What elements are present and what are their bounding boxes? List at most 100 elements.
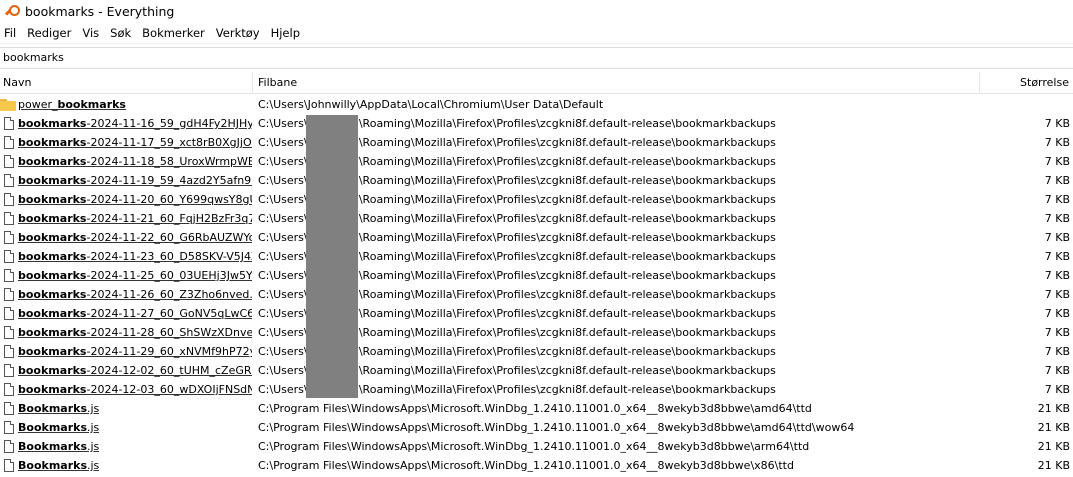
result-row[interactable]: Bookmarks.js C:\Program Files\WindowsApps… [0, 456, 1073, 475]
result-name: bookmarks-2024-11-28_60_ShSWzXDnveS... [18, 326, 252, 339]
result-row[interactable]: bookmarks-2024-11-27_60_GoNV5qLwC6... C:\… [0, 304, 1073, 323]
result-row[interactable]: bookmarks-2024-12-02_60_tUHM_cZeGR... C:\… [0, 361, 1073, 380]
file-icon [4, 117, 14, 130]
result-name-cell[interactable]: bookmarks-2024-11-16_59_gdH4Fy2HJHy... [0, 114, 252, 133]
menu-fil[interactable]: Fil [0, 26, 22, 40]
result-name-suffix: -2024-11-23_60_D58SKV-V5J4Z... [86, 250, 252, 263]
menu-hjelp[interactable]: Hjelp [266, 26, 306, 40]
results-list: power_bookmarks C:\Users\Johnwilly\AppDat… [0, 95, 1073, 477]
result-name-cell[interactable]: Bookmarks.js [0, 456, 252, 475]
result-size: 7 KB [1044, 288, 1070, 301]
menu-verktoy[interactable]: Verktøy [211, 26, 266, 40]
result-size: 7 KB [1044, 231, 1070, 244]
result-name-match: bookmarks [18, 136, 87, 149]
result-name-cell[interactable]: bookmarks-2024-11-20_60_Y699qwsY8gU... [0, 190, 252, 209]
menu-bokmerker[interactable]: Bokmerker [137, 26, 211, 40]
result-name-cell[interactable]: bookmarks-2024-11-21_60_FqjH2BzFr3q7... [0, 209, 252, 228]
result-row[interactable]: bookmarks-2024-11-28_60_ShSWzXDnveS...C:… [0, 323, 1073, 342]
result-name-cell[interactable]: bookmarks-2024-12-03_60_wDXOIjFNSdN... [0, 380, 252, 399]
result-name-cell[interactable]: Bookmarks.js [0, 437, 252, 456]
result-name-match: bookmarks [18, 288, 87, 301]
result-name-match: bookmarks [18, 155, 87, 168]
file-icon [4, 364, 14, 377]
search-input[interactable] [0, 48, 1063, 66]
result-row[interactable]: bookmarks-2024-11-21_60_FqjH2BzFr3q7... C… [0, 209, 1073, 228]
column-divider[interactable] [252, 72, 253, 93]
result-name-cell[interactable]: bookmarks-2024-12-02_60_tUHM_cZeGR... [0, 361, 252, 380]
result-name-match: bookmarks [18, 326, 87, 339]
result-row[interactable]: bookmarks-2024-11-16_59_gdH4Fy2HJHy... C:… [0, 114, 1073, 133]
result-name-cell[interactable]: bookmarks-2024-11-17_59_xct8rB0XgJjOs... [0, 133, 252, 152]
result-row[interactable]: Bookmarks.js C:\Program Files\WindowsApps… [0, 418, 1073, 437]
menu-rediger[interactable]: Rediger [22, 26, 77, 40]
result-name-suffix: -2024-11-28_60_ShSWzXDnveS... [86, 326, 252, 339]
search-bar [0, 47, 1073, 69]
result-name-cell[interactable]: bookmarks-2024-11-29_60_xNVMf9hP72y... [0, 342, 252, 361]
file-icon [4, 212, 14, 225]
file-icon [4, 326, 14, 339]
result-name: bookmarks-2024-11-27_60_GoNV5qLwC6... [18, 307, 252, 320]
result-name-cell[interactable]: Bookmarks.js [0, 399, 252, 418]
result-size: 21 KB [1037, 421, 1070, 434]
result-name-cell[interactable]: bookmarks-2024-11-25_60_03UEHj3Jw5YI... [0, 266, 252, 285]
result-name-match: Bookmarks [18, 459, 87, 472]
result-path: C:\Program Files\WindowsApps\Microsoft.W… [258, 402, 812, 415]
column-header-size[interactable]: Størrelse [1020, 72, 1069, 93]
result-row[interactable]: Bookmarks.js C:\Program Files\WindowsApps… [0, 399, 1073, 418]
result-name-cell[interactable]: Bookmarks.js [0, 418, 252, 437]
result-row[interactable]: bookmarks-2024-11-17_59_xct8rB0XgJjOs...… [0, 133, 1073, 152]
result-row[interactable]: bookmarks-2024-11-25_60_03UEHj3Jw5YI... C… [0, 266, 1073, 285]
result-size: 7 KB [1044, 212, 1070, 225]
file-icon [4, 155, 14, 168]
menu-vis[interactable]: Vis [77, 26, 105, 40]
result-name-suffix: -2024-11-17_59_xct8rB0XgJjOs... [86, 136, 252, 149]
file-icon [4, 269, 14, 282]
file-icon [4, 421, 14, 434]
result-size: 7 KB [1044, 155, 1070, 168]
result-name-suffix: .js [87, 421, 100, 434]
result-name-suffix: -2024-11-25_60_03UEHj3Jw5YI... [86, 269, 252, 282]
result-row[interactable]: bookmarks-2024-11-19_59_4azd2Y5afn9N... C… [0, 171, 1073, 190]
result-row[interactable]: bookmarks-2024-11-20_60_Y699qwsY8gU... C:… [0, 190, 1073, 209]
result-size: 7 KB [1044, 364, 1070, 377]
result-name-match: Bookmarks [18, 402, 87, 415]
result-name-cell[interactable]: power_bookmarks [0, 95, 252, 114]
result-name-cell[interactable]: bookmarks-2024-11-22_60_G6RbAUZWYo... [0, 228, 252, 247]
column-header-name[interactable]: Navn [3, 72, 31, 93]
result-name-match: bookmarks [18, 383, 87, 396]
window-title: bookmarks - Everything [25, 3, 175, 19]
result-name-suffix: -2024-11-26_60_Z3Zho6nved... [86, 288, 252, 301]
result-size: 7 KB [1044, 250, 1070, 263]
result-size: 21 KB [1037, 440, 1070, 453]
result-row[interactable]: bookmarks-2024-12-03_60_wDXOIjFNSdN... C:… [0, 380, 1073, 399]
everything-app-icon [4, 4, 20, 18]
result-name-cell[interactable]: bookmarks-2024-11-27_60_GoNV5qLwC6... [0, 304, 252, 323]
result-row[interactable]: power_bookmarks C:\Users\Johnwilly\AppDat… [0, 95, 1073, 114]
result-name-cell[interactable]: bookmarks-2024-11-23_60_D58SKV-V5J4Z... [0, 247, 252, 266]
result-name-cell[interactable]: bookmarks-2024-11-26_60_Z3Zho6nved... [0, 285, 252, 304]
column-divider[interactable] [979, 72, 980, 93]
column-header-path[interactable]: Filbane [258, 72, 297, 93]
redacted-username-overlay [306, 115, 358, 398]
result-row[interactable]: Bookmarks.js C:\Program Files\WindowsApps… [0, 437, 1073, 456]
result-row[interactable]: bookmarks-2024-11-29_60_xNVMf9hP72y... C:… [0, 342, 1073, 361]
result-name-cell[interactable]: bookmarks-2024-11-18_58_UroxWrmpWB... [0, 152, 252, 171]
file-icon [4, 288, 14, 301]
menu-sok[interactable]: Søk [105, 26, 137, 40]
result-name: Bookmarks.js [18, 421, 99, 434]
result-name-match: bookmarks [18, 307, 87, 320]
result-name: bookmarks-2024-11-29_60_xNVMf9hP72y... [18, 345, 252, 358]
result-name-suffix: -2024-11-22_60_G6RbAUZWYo... [86, 231, 252, 244]
result-name-cell[interactable]: bookmarks-2024-11-19_59_4azd2Y5afn9N... [0, 171, 252, 190]
result-row[interactable]: bookmarks-2024-11-26_60_Z3Zho6nved... C:\… [0, 285, 1073, 304]
result-name-match: bookmarks [18, 212, 87, 225]
result-row[interactable]: bookmarks-2024-11-23_60_D58SKV-V5J4Z... C… [0, 247, 1073, 266]
result-size: 7 KB [1044, 307, 1070, 320]
result-name: bookmarks-2024-11-23_60_D58SKV-V5J4Z... [18, 250, 252, 263]
result-name-prefix: power_ [18, 98, 58, 111]
result-row[interactable]: bookmarks-2024-11-22_60_G6RbAUZWYo... C:\… [0, 228, 1073, 247]
result-name-cell[interactable]: bookmarks-2024-11-28_60_ShSWzXDnveS... [0, 323, 252, 342]
result-name: bookmarks-2024-11-21_60_FqjH2BzFr3q7... [18, 212, 252, 225]
result-row[interactable]: bookmarks-2024-11-18_58_UroxWrmpWB... C:\… [0, 152, 1073, 171]
result-name-suffix: -2024-11-27_60_GoNV5qLwC6... [86, 307, 252, 320]
